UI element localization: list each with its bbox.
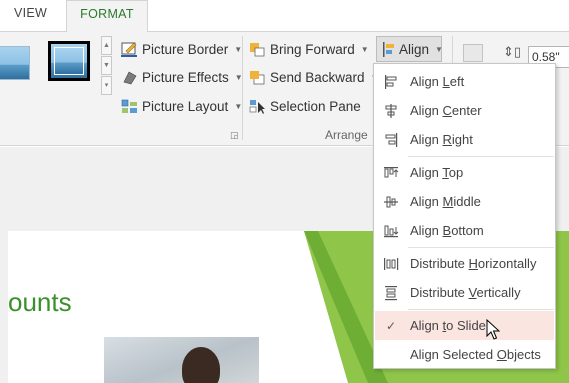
send-backward-icon — [249, 70, 266, 85]
menu-item-align-right[interactable]: Align Right — [375, 125, 554, 154]
distribute-horizontally-icon — [383, 256, 399, 272]
send-backward-label: Send Backward — [270, 69, 365, 85]
menu-item-align-left[interactable]: Align Left — [375, 67, 554, 96]
menu-item-align-selected-objects[interactable]: Align Selected Objects — [375, 340, 554, 369]
crop-icon[interactable] — [463, 44, 483, 62]
align-icon — [383, 41, 395, 57]
align-center-icon — [383, 103, 399, 119]
slide-title-text[interactable]: ounts — [8, 287, 72, 318]
menu-separator — [408, 309, 554, 310]
mouse-cursor-icon — [486, 319, 500, 340]
menu-item-align-to-slide[interactable]: ✓ Align to Slide — [375, 311, 554, 340]
picture-effects-button[interactable]: Picture Effects ▼ — [121, 66, 243, 88]
dropdown-caret-icon: ▼ — [435, 44, 443, 54]
picture-effects-label: Picture Effects — [142, 69, 229, 85]
align-right-icon — [383, 132, 399, 148]
picture-border-icon — [121, 42, 138, 57]
picture-style-thumbnail[interactable] — [0, 46, 30, 80]
picture-layout-icon — [121, 99, 138, 114]
dropdown-caret-icon: ▼ — [360, 44, 369, 54]
dialog-launcher-icon[interactable]: ◲ — [230, 130, 239, 141]
align-top-icon — [383, 165, 399, 181]
bring-forward-label: Bring Forward — [270, 41, 355, 57]
bring-forward-icon — [249, 42, 266, 57]
menu-item-align-top[interactable]: Align Top — [375, 158, 554, 187]
selection-pane-icon — [249, 99, 266, 114]
bring-forward-button[interactable]: Bring Forward ▼ — [249, 38, 369, 60]
align-middle-icon — [383, 194, 399, 210]
menu-separator — [408, 247, 554, 248]
send-backward-button[interactable]: Send Backward ▼ — [249, 66, 378, 88]
align-dropdown-menu: Align Left Align Center Align Right Alig… — [373, 63, 556, 369]
menu-item-distribute-horizontally[interactable]: Distribute Horizontally — [375, 249, 554, 278]
selection-pane-button[interactable]: Selection Pane — [249, 95, 361, 117]
align-button[interactable]: Align ▼ — [376, 36, 443, 62]
ribbon-tabs: VIEW FORMAT — [0, 0, 569, 33]
align-label: Align — [399, 41, 430, 57]
menu-separator — [408, 156, 554, 157]
menu-item-align-center[interactable]: Align Center — [375, 96, 554, 125]
slide-photo[interactable] — [104, 337, 259, 383]
menu-item-align-middle[interactable]: Align Middle — [375, 187, 554, 216]
picture-border-button[interactable]: Picture Border ▼ — [121, 38, 242, 60]
picture-border-label: Picture Border — [142, 41, 229, 57]
align-left-icon — [383, 74, 399, 90]
selection-pane-label: Selection Pane — [270, 98, 361, 114]
tab-format[interactable]: FORMAT — [66, 0, 148, 33]
menu-item-align-bottom[interactable]: Align Bottom — [375, 216, 554, 245]
gallery-scroll-down-icon[interactable]: ▼ — [101, 56, 112, 75]
shape-height-icon: ⇕▯ — [503, 44, 522, 59]
picture-effects-icon — [121, 70, 138, 85]
gallery-scroll-up-icon[interactable]: ▲ — [101, 36, 112, 55]
menu-item-distribute-vertically[interactable]: Distribute Vertically — [375, 278, 554, 307]
picture-layout-button[interactable]: Picture Layout ▼ — [121, 95, 242, 117]
distribute-vertically-icon — [383, 285, 399, 301]
tab-view[interactable]: VIEW — [14, 6, 47, 20]
gallery-more-icon[interactable]: ▾ — [101, 76, 112, 95]
align-bottom-icon — [383, 223, 399, 239]
group-divider — [242, 36, 243, 140]
picture-style-thumbnail-selected[interactable] — [48, 41, 90, 81]
picture-layout-label: Picture Layout — [142, 98, 229, 114]
arrange-group-label: Arrange — [325, 128, 368, 142]
checkmark-icon: ✓ — [385, 318, 397, 333]
